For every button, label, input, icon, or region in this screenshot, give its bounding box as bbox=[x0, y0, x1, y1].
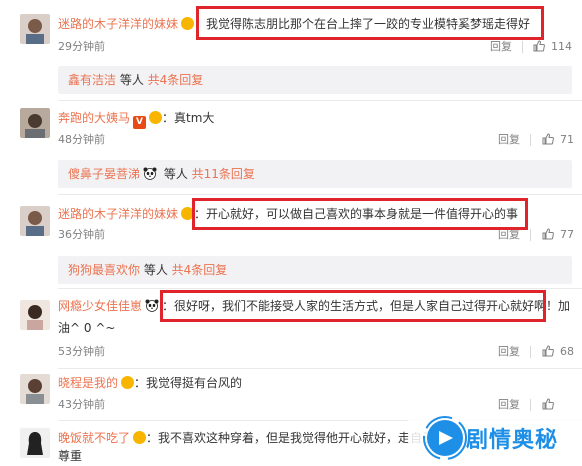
comment-username[interactable]: 网瘾少女佳佳崽 bbox=[58, 299, 142, 313]
thumbs-up-icon bbox=[542, 228, 554, 240]
comment-line: 奔跑的大姨马 V ：真tm大 bbox=[58, 110, 214, 129]
avatar[interactable] bbox=[20, 108, 50, 138]
panda-emoji-icon bbox=[143, 162, 157, 190]
watermark-text: 剧情奥秘 bbox=[466, 428, 559, 453]
thumbs-up-icon bbox=[542, 345, 554, 357]
like-button[interactable]: 68 bbox=[542, 345, 574, 359]
avatar-image bbox=[20, 108, 50, 138]
separator bbox=[530, 134, 531, 146]
comment-line-continued: 尊重 bbox=[58, 448, 82, 464]
thumbs-up-icon bbox=[533, 40, 545, 52]
like-button[interactable]: 77 bbox=[542, 228, 574, 242]
separator bbox=[530, 399, 531, 411]
subreply-middle: 等人 bbox=[116, 73, 148, 87]
like-count: 77 bbox=[560, 228, 574, 241]
like-count: 68 bbox=[560, 345, 574, 358]
reply-button[interactable]: 回复 bbox=[490, 40, 512, 54]
reply-button[interactable]: 回复 bbox=[498, 228, 520, 242]
comment-text: ：真tm大 bbox=[162, 111, 215, 125]
separator bbox=[530, 346, 531, 358]
comment-username[interactable]: 晓程是我的 bbox=[58, 376, 118, 390]
avatar-image bbox=[20, 428, 50, 458]
reply-button[interactable]: 回复 bbox=[498, 133, 520, 147]
comment-text-continued: 尊重 bbox=[58, 449, 83, 463]
comment-time: 48分钟前 bbox=[58, 133, 105, 146]
member-badge-icon bbox=[121, 376, 135, 389]
separator bbox=[522, 41, 523, 53]
avatar[interactable] bbox=[20, 206, 50, 236]
subreply-username[interactable]: 鑫有洁洁 bbox=[68, 73, 116, 87]
subreply-summary[interactable]: 狗狗最喜欢你 等人 共4条回复 bbox=[58, 256, 572, 284]
comment-time: 53分钟前 bbox=[58, 345, 105, 358]
subreply-username[interactable]: 狗狗最喜欢你 bbox=[68, 263, 140, 277]
avatar-image bbox=[20, 14, 50, 44]
panda-emoji-icon bbox=[145, 299, 159, 316]
subreply-middle: 等人 bbox=[160, 167, 192, 181]
reply-button[interactable]: 回复 bbox=[498, 398, 520, 412]
comment-username[interactable]: 迷路的木子洋洋的妹妹 bbox=[58, 207, 178, 221]
like-button[interactable] bbox=[542, 398, 560, 412]
like-button[interactable]: 71 bbox=[542, 133, 574, 147]
like-count: 114 bbox=[551, 40, 572, 53]
comment-text: ：我不喜欢这种穿着，但是我觉得他开心就好，走自己 bbox=[146, 431, 435, 445]
like-count: 71 bbox=[560, 133, 574, 146]
verified-v-icon: V bbox=[133, 116, 147, 129]
subreply-middle: 等人 bbox=[140, 263, 172, 277]
avatar-image bbox=[20, 206, 50, 236]
thumbs-up-icon bbox=[542, 133, 554, 145]
comment-username[interactable]: 迷路的木子洋洋的妹妹 bbox=[58, 17, 178, 31]
highlight-box bbox=[160, 290, 546, 322]
avatar[interactable] bbox=[20, 14, 50, 44]
divider bbox=[58, 368, 582, 369]
thumbs-up-icon bbox=[542, 398, 554, 410]
avatar[interactable] bbox=[20, 428, 50, 458]
comment-line-continued: 油^ 0 ^~ bbox=[58, 320, 115, 336]
comment-time: 43分钟前 bbox=[58, 398, 105, 411]
highlight-box bbox=[192, 198, 528, 230]
comment-username[interactable]: 晚饭就不吃了 bbox=[58, 431, 130, 445]
member-badge-icon bbox=[181, 17, 195, 30]
subreply-count-link[interactable]: 共4条回复 bbox=[172, 263, 228, 277]
highlight-box bbox=[196, 6, 544, 40]
subreply-count-link[interactable]: 共4条回复 bbox=[148, 73, 204, 87]
comment-line: 晚饭就不吃了 ：我不喜欢这种穿着，但是我觉得他开心就好，走自己 bbox=[58, 430, 434, 446]
comment-text: ：我觉得挺有台风的 bbox=[134, 376, 243, 390]
avatar[interactable] bbox=[20, 374, 50, 404]
subreply-username[interactable]: 傻鼻子晏菩涕 bbox=[68, 167, 140, 181]
subreply-summary[interactable]: 鑫有洁洁 等人 共4条回复 bbox=[58, 66, 572, 94]
like-button[interactable]: 114 bbox=[533, 40, 572, 54]
comment-username[interactable]: 奔跑的大姨马 bbox=[58, 111, 130, 125]
avatar-image bbox=[20, 374, 50, 404]
divider bbox=[58, 288, 582, 289]
divider bbox=[58, 100, 582, 101]
separator bbox=[530, 229, 531, 241]
member-badge-icon bbox=[133, 431, 147, 444]
avatar-image bbox=[20, 300, 50, 330]
reply-button[interactable]: 回复 bbox=[498, 345, 520, 359]
comment-text-continued: 油^ 0 ^~ bbox=[58, 321, 116, 335]
divider bbox=[58, 194, 582, 195]
comment-time: 36分钟前 bbox=[58, 228, 105, 241]
comment-line: 晓程是我的 ：我觉得挺有台风的 bbox=[58, 375, 242, 391]
avatar[interactable] bbox=[20, 300, 50, 330]
subreply-count-link[interactable]: 共11条回复 bbox=[192, 167, 255, 181]
subreply-summary[interactable]: 傻鼻子晏菩涕 等人 共11条回复 bbox=[58, 160, 572, 188]
member-badge-icon bbox=[149, 111, 163, 124]
comment-time: 29分钟前 bbox=[58, 40, 105, 53]
